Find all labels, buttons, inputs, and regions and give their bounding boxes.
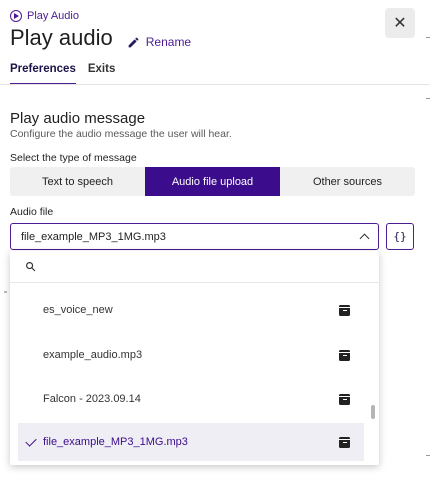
message-type-selector: Text to speech Audio file upload Other s… <box>10 167 415 196</box>
search-icon <box>26 262 36 272</box>
segment-audio-file-upload[interactable]: Audio file upload <box>145 167 280 196</box>
archive-icon[interactable] <box>339 393 350 405</box>
segment-text-to-speech[interactable]: Text to speech <box>10 167 145 196</box>
archive-icon[interactable] <box>339 304 350 316</box>
rename-button[interactable]: Rename <box>127 35 191 52</box>
audio-file-label: Audio file <box>10 206 54 218</box>
play-circle-icon <box>10 10 22 22</box>
dropdown-search <box>10 251 379 283</box>
list-item-label: es_voice_new <box>43 304 113 316</box>
node-type-label: Play Audio <box>10 10 79 22</box>
list-item[interactable]: example_audio.mp3 <box>18 336 364 374</box>
page-title: Play audio <box>10 25 113 50</box>
pencil-icon <box>128 37 139 47</box>
selected-item-content: file_example_MP3_1MG.mp3 <box>25 434 188 448</box>
audio-file-select[interactable]: file_example_MP3_1MG.mp3 <box>10 223 379 250</box>
title-row: Play audio Rename <box>10 24 191 52</box>
insert-variable-button[interactable]: {} <box>386 223 414 250</box>
dropdown-list: es_voice_new example_audio.mp3 Falcon - … <box>10 283 379 465</box>
braces-icon: {} <box>393 230 407 243</box>
close-button[interactable]: ✕ <box>385 8 415 38</box>
section-description: Configure the audio message the user wil… <box>10 128 232 140</box>
archive-icon[interactable] <box>339 349 350 361</box>
chevron-up-icon <box>359 233 370 244</box>
edge-divider <box>426 98 430 99</box>
message-type-label: Select the type of message <box>10 152 137 164</box>
tab-exits[interactable]: Exits <box>88 63 116 85</box>
dropdown-search-input[interactable] <box>44 260 324 273</box>
list-item[interactable]: Falcon - 2023.09.14 <box>18 380 364 418</box>
edge-divider <box>426 37 430 38</box>
section-title: Play audio message <box>10 110 146 127</box>
list-item[interactable]: es_voice_new <box>18 291 364 329</box>
audio-file-value: file_example_MP3_1MG.mp3 <box>21 230 166 243</box>
tabs-divider <box>0 84 430 85</box>
dropdown-scrollbar[interactable] <box>371 405 375 419</box>
check-icon <box>25 434 37 447</box>
list-item-label: example_audio.mp3 <box>43 349 143 361</box>
close-icon: ✕ <box>393 15 407 32</box>
tab-preferences[interactable]: Preferences <box>10 63 76 85</box>
list-item-label: file_example_MP3_1MG.mp3 <box>43 436 188 448</box>
hidden-label-fragment <box>4 291 7 293</box>
segment-other-sources[interactable]: Other sources <box>280 167 415 196</box>
edge-divider <box>426 455 430 456</box>
archive-icon[interactable] <box>339 436 350 448</box>
list-item-label: Falcon - 2023.09.14 <box>43 393 141 405</box>
node-type-text: Play Audio <box>27 10 79 22</box>
audio-file-dropdown: es_voice_new example_audio.mp3 Falcon - … <box>10 251 379 465</box>
tab-bar: Preferences Exits <box>10 63 115 85</box>
list-item-selected[interactable]: file_example_MP3_1MG.mp3 <box>18 423 364 461</box>
rename-label: Rename <box>145 35 192 49</box>
